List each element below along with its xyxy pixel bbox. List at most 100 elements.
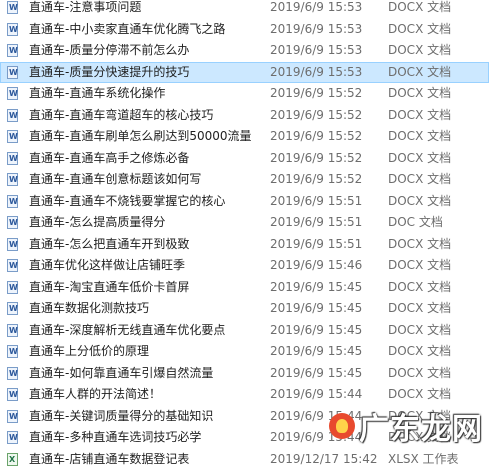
word-doc-icon bbox=[7, 238, 18, 251]
file-name[interactable]: 直通车-直通车高手之修炼必备 bbox=[29, 148, 267, 170]
file-modified-date: 2019/6/9 15:53 bbox=[270, 62, 362, 84]
file-row[interactable]: 直通车-店铺直通车数据登记表2019/12/17 15:42 XLSX 工作表 bbox=[0, 449, 489, 470]
file-name[interactable]: 直通车-怎么把直通车开到极致 bbox=[29, 234, 267, 256]
file-name[interactable]: 直通车-直通车创意标题该如何写 bbox=[29, 169, 267, 191]
word-doc-icon bbox=[7, 23, 18, 36]
word-doc-icon bbox=[7, 66, 18, 79]
file-modified-date: 2019/6/9 15:45 bbox=[270, 320, 362, 342]
file-name[interactable]: 直通车-多种直通车选词技巧必学 bbox=[29, 427, 267, 449]
file-name[interactable]: 直通车-店铺直通车数据登记表 bbox=[29, 449, 267, 470]
word-doc-icon bbox=[7, 302, 18, 315]
file-row[interactable]: 直通车-质量分快速提升的技巧2019/6/9 15:53 DOCX 文档 bbox=[0, 62, 489, 84]
file-type: DOCX 文档 bbox=[388, 341, 451, 363]
file-row[interactable]: 直通车-中小卖家直通车优化腾飞之路2019/6/9 15:53DOCX 文档 bbox=[0, 19, 489, 41]
file-type: DOCX 文档 bbox=[388, 255, 451, 277]
file-row[interactable]: 直通车-多种直通车选词技巧必学2019/6/9 15:44 DOCX 文档 bbox=[0, 427, 489, 449]
file-modified-date: 2019/6/9 15:46 bbox=[270, 255, 362, 277]
file-row[interactable]: 直通车-如何靠直通车引爆自然流量2019/6/9 15:45 DOCX 文档 bbox=[0, 363, 489, 385]
file-modified-date: 2019/6/9 15:45 bbox=[270, 341, 362, 363]
file-row[interactable]: 直通车-直通车高手之修炼必备2019/6/9 15:52 DOCX 文档 bbox=[0, 148, 489, 170]
file-type: DOCX 文档 bbox=[388, 363, 451, 385]
word-doc-icon bbox=[7, 410, 18, 423]
file-name[interactable]: 直通车-中小卖家直通车优化腾飞之路 bbox=[29, 19, 267, 41]
file-name[interactable]: 直通车上分低价的原理 bbox=[29, 341, 267, 363]
file-modified-date: 2019/6/9 15:52 bbox=[270, 105, 362, 127]
file-type: DOCX 文档 bbox=[388, 148, 451, 170]
file-row[interactable]: 直通车-直通车弯道超车的核心技巧2019/6/9 15:52DOCX 文档 bbox=[0, 105, 489, 127]
file-modified-date: 2019/6/9 15:44 bbox=[270, 427, 362, 449]
word-doc-icon bbox=[7, 195, 18, 208]
file-type: DOCX 文档 bbox=[388, 19, 451, 41]
file-name[interactable]: 直通车-淘宝直通车低价卡首屏 bbox=[29, 277, 267, 299]
file-modified-date: 2019/12/17 15:42 bbox=[270, 449, 378, 470]
file-row[interactable]: 直通车-注意事项问题2019/6/9 15:53 DOCX 文档 bbox=[0, 0, 489, 19]
file-list: 直通车-注意事项问题2019/6/9 15:53DOCX 文档直通车-中小卖家直… bbox=[0, 0, 489, 470]
word-doc-icon bbox=[7, 431, 18, 444]
file-name[interactable]: 直通车数据化测款技巧 bbox=[29, 298, 267, 320]
word-doc-icon bbox=[7, 388, 18, 401]
file-name[interactable]: 直通车-直通车系统化操作 bbox=[29, 83, 267, 105]
file-modified-date: 2019/6/9 15:45 bbox=[270, 298, 362, 320]
file-row[interactable]: 直通车-直通车不烧钱要掌握它的核心2019/6/9 15:51DOCX 文档 bbox=[0, 191, 489, 213]
file-name[interactable]: 直通车人群的开法简述！ bbox=[29, 384, 267, 406]
file-modified-date: 2019/6/9 15:52 bbox=[270, 169, 362, 191]
file-name[interactable]: 直通车-质量分快速提升的技巧 bbox=[29, 62, 267, 84]
file-modified-date: 2019/6/9 15:51 bbox=[270, 234, 362, 256]
file-type: DOCX 文档 bbox=[388, 427, 451, 449]
word-doc-icon bbox=[7, 216, 18, 229]
file-name[interactable]: 直通车-怎么提高质量得分 bbox=[29, 212, 267, 234]
file-modified-date: 2019/6/9 15:45 bbox=[270, 277, 362, 299]
file-row[interactable]: 直通车数据化测款技巧2019/6/9 15:45 DOCX 文档 bbox=[0, 298, 489, 320]
word-doc-icon bbox=[7, 44, 18, 57]
excel-sheet-icon bbox=[7, 453, 18, 466]
word-doc-icon bbox=[7, 367, 18, 380]
word-doc-icon bbox=[7, 324, 18, 337]
file-type: DOCX 文档 bbox=[388, 234, 451, 256]
file-modified-date: 2019/6/9 15:53 bbox=[270, 40, 362, 62]
file-type: DOCX 文档 bbox=[388, 298, 451, 320]
file-name[interactable]: 直通车-如何靠直通车引爆自然流量 bbox=[29, 363, 267, 385]
file-name[interactable]: 直通车-注意事项问题 bbox=[29, 0, 267, 19]
file-name[interactable]: 直通车-质量分停滞不前怎么办 bbox=[29, 40, 267, 62]
file-name[interactable]: 直通车-直通车刷单怎么刷达到50000流量 bbox=[29, 126, 267, 148]
file-type: DOCX 文档 bbox=[388, 406, 451, 428]
file-modified-date: 2019/6/9 15:45 bbox=[270, 363, 362, 385]
file-modified-date: 2019/6/9 15:52 bbox=[270, 148, 362, 170]
file-type: DOCX 文档 bbox=[388, 277, 451, 299]
file-row[interactable]: 直通车-关键词质量得分的基础知识2019/6/9 15:44 DOCX 文档 bbox=[0, 406, 489, 428]
file-row[interactable]: 直通车-怎么把直通车开到极致2019/6/9 15:51 DOCX 文档 bbox=[0, 234, 489, 256]
file-type: DOCX 文档 bbox=[388, 191, 451, 213]
file-row[interactable]: 直通车-怎么提高质量得分2019/6/9 15:51DOC 文档 bbox=[0, 212, 489, 234]
word-doc-icon bbox=[7, 345, 18, 358]
file-type: DOCX 文档 bbox=[388, 169, 451, 191]
file-type: DOCX 文档 bbox=[388, 0, 451, 19]
file-type: XLSX 工作表 bbox=[388, 449, 459, 470]
file-row[interactable]: 直通车-直通车创意标题该如何写2019/6/9 15:52 DOCX 文档 bbox=[0, 169, 489, 191]
word-doc-icon bbox=[7, 109, 18, 122]
file-modified-date: 2019/6/9 15:44 bbox=[270, 406, 362, 428]
file-modified-date: 2019/6/9 15:52 bbox=[270, 83, 362, 105]
file-row[interactable]: 直通车优化这样做让店铺旺季2019/6/9 15:46 DOCX 文档 bbox=[0, 255, 489, 277]
file-row[interactable]: 直通车上分低价的原理2019/6/9 15:45 DOCX 文档 bbox=[0, 341, 489, 363]
file-name[interactable]: 直通车优化这样做让店铺旺季 bbox=[29, 255, 267, 277]
word-doc-icon bbox=[7, 87, 18, 100]
file-row[interactable]: 直通车-直通车系统化操作2019/6/9 15:52DOCX 文档 bbox=[0, 83, 489, 105]
file-type: DOCX 文档 bbox=[388, 126, 451, 148]
word-doc-icon bbox=[7, 130, 18, 143]
file-type: DOCX 文档 bbox=[388, 320, 451, 342]
file-name[interactable]: 直通车-关键词质量得分的基础知识 bbox=[29, 406, 267, 428]
file-modified-date: 2019/6/9 15:51 bbox=[270, 212, 362, 234]
file-row[interactable]: 直通车-淘宝直通车低价卡首屏2019/6/9 15:45 DOCX 文档 bbox=[0, 277, 489, 299]
file-modified-date: 2019/6/9 15:52 bbox=[270, 126, 362, 148]
file-row[interactable]: 直通车-质量分停滞不前怎么办2019/6/9 15:53DOCX 文档 bbox=[0, 40, 489, 62]
file-type: DOCX 文档 bbox=[388, 62, 451, 84]
file-name[interactable]: 直通车-深度解析无线直通车优化要点 bbox=[29, 320, 267, 342]
file-name[interactable]: 直通车-直通车不烧钱要掌握它的核心 bbox=[29, 191, 267, 213]
file-modified-date: 2019/6/9 15:44 bbox=[270, 384, 362, 406]
file-row[interactable]: 直通车-深度解析无线直通车优化要点2019/6/9 15:45 DOCX 文档 bbox=[0, 320, 489, 342]
file-row[interactable]: 直通车-直通车刷单怎么刷达到50000流量2019/6/9 15:52 DOCX … bbox=[0, 126, 489, 148]
file-name[interactable]: 直通车-直通车弯道超车的核心技巧 bbox=[29, 105, 267, 127]
file-row[interactable]: 直通车人群的开法简述！2019/6/9 15:44DOCX 文档 bbox=[0, 384, 489, 406]
file-modified-date: 2019/6/9 15:53 bbox=[270, 0, 362, 19]
word-doc-icon bbox=[7, 259, 18, 272]
